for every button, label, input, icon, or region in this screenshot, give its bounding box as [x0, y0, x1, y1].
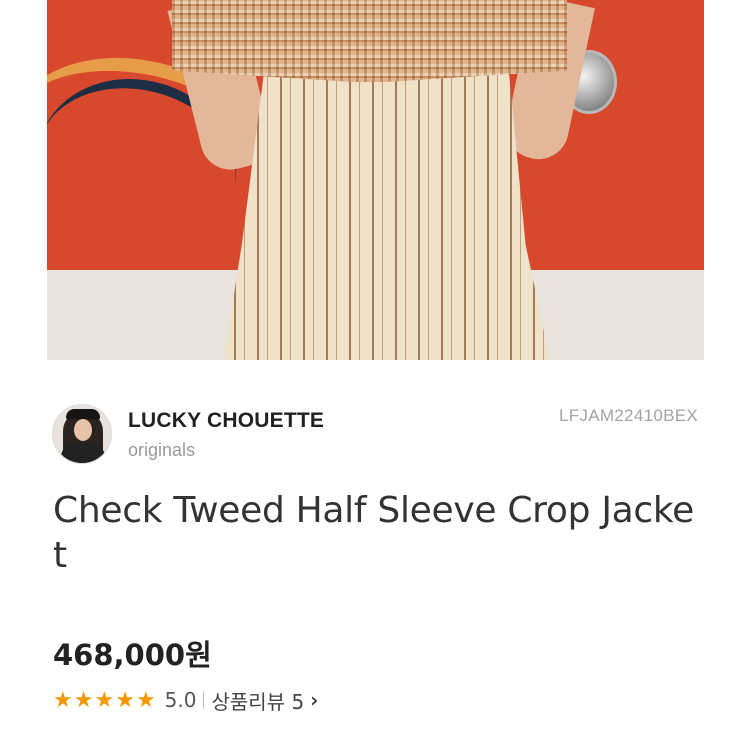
- product-code: LFJAM22410BEX: [558, 406, 698, 425]
- star-icon: ★: [53, 687, 73, 712]
- star-icon: ★: [135, 687, 156, 712]
- brand-avatar[interactable]: [52, 404, 112, 464]
- sub-brand-label: originals: [128, 440, 196, 460]
- star-icon: ★: [94, 687, 115, 712]
- star-icon: ★: [115, 687, 135, 712]
- product-title: Check Tweed Half Sleeve Crop Jacket: [53, 490, 694, 576]
- brand-name[interactable]: LUCKY CHOUETTE: [128, 409, 324, 433]
- rating-summary: ★ ★ ★ ★ ★ 5.0 상품리뷰 5 ›: [53, 686, 318, 714]
- product-image[interactable]: [47, 0, 704, 360]
- reviews-link[interactable]: 상품리뷰 5 ›: [211, 686, 318, 715]
- star-icon: ★: [73, 687, 94, 712]
- divider: [203, 691, 205, 709]
- product-price: 468,000원: [53, 638, 212, 672]
- chevron-right-icon: ›: [310, 688, 319, 712]
- reviews-label: 상품리뷰 5: [211, 689, 305, 714]
- rating-score: 5.0: [164, 688, 197, 712]
